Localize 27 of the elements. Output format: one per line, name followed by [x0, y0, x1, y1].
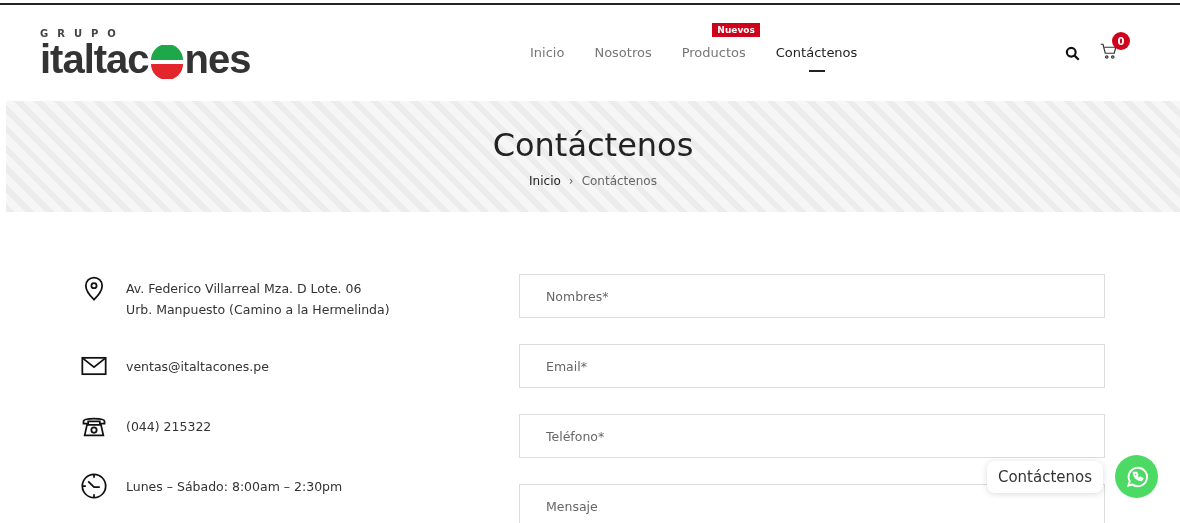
cart-count: 0 [1112, 32, 1130, 50]
nav-link[interactable]: Inicio [530, 44, 565, 60]
chat-label: Contáctenos [986, 460, 1103, 493]
contact-text: ventas@italtacones.pe [126, 358, 269, 376]
input-field[interactable]: Email* [519, 344, 1105, 388]
logo-text: italtac [40, 38, 149, 79]
message-field[interactable]: Mensaje [519, 484, 1105, 523]
nav-link[interactable]: Nosotros [594, 44, 652, 60]
input-field[interactable]: Teléfono* [519, 414, 1105, 458]
nav-link[interactable]: Productos [681, 44, 746, 60]
logo-subtitle: GRUPO [40, 27, 126, 39]
nav-link[interactable]: Contáctenos [775, 44, 858, 62]
logo-text: nes [184, 38, 251, 79]
input-field[interactable]: Nombres* [519, 274, 1105, 318]
breadcrumb-separator: › [568, 173, 574, 188]
active-underline [808, 69, 825, 72]
breadcrumb-current: Contáctenos [581, 173, 657, 188]
contact-text: Lunes – Sábado: 8:00am – 2:30pm [126, 478, 343, 496]
clock-icon [80, 472, 108, 500]
flag-circle-icon [149, 44, 184, 79]
cart-icon[interactable] [1100, 42, 1118, 60]
new-badge: Nuevos [712, 22, 760, 37]
contact-text: Av. Federico Villarreal Mza. D Lote. 06 Urb. Manpuesto (Camino a la Hermelinda) [126, 280, 390, 319]
contact-text: (044) 215322 [126, 418, 212, 436]
search-icon[interactable] [1065, 45, 1080, 61]
breadcrumb-link[interactable]: Inicio [529, 173, 561, 188]
page-title: Contáctenos [492, 125, 694, 164]
